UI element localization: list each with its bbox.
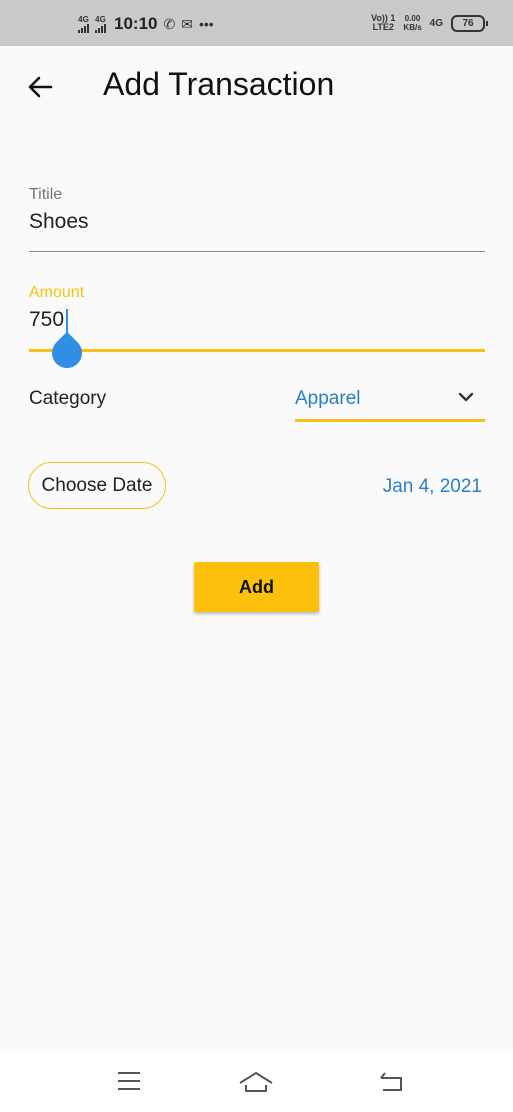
title-field[interactable]: Shoes	[29, 210, 89, 234]
net-speed-unit: KB/s	[403, 23, 422, 32]
net-speed-value: 0.00	[404, 14, 421, 23]
title-field-label: Titile	[29, 186, 63, 203]
status-right: Vo)) 1 LTE2 0.00 KB/s 4G 76	[371, 14, 488, 32]
status-bar: 4G 4G 10:10 ✆ ✉ ••• Vo)) 1 LTE2 0.00 KB/…	[0, 0, 513, 46]
status-time: 10:10	[114, 14, 158, 33]
more-icon: •••	[198, 16, 214, 32]
mail-icon: ✉	[181, 15, 193, 32]
page-title: Add Transaction	[103, 66, 335, 102]
category-selected-value: Apparel	[295, 388, 361, 409]
chevron-down-icon	[458, 392, 474, 402]
sim2-network-label: 4G	[95, 14, 106, 24]
category-dropdown[interactable]: Apparel	[295, 384, 485, 422]
amount-field-underline	[29, 349, 485, 352]
back-icon[interactable]	[377, 1070, 405, 1092]
amount-field-label: Amount	[29, 284, 85, 301]
battery-icon: 76	[451, 14, 488, 32]
choose-date-button[interactable]: Choose Date	[28, 462, 166, 509]
add-button[interactable]: Add	[194, 562, 319, 612]
sim1-signal-icon: 4G	[78, 14, 89, 33]
selected-date: Jan 4, 2021	[382, 476, 482, 497]
arrow-left-icon[interactable]	[26, 72, 56, 102]
battery-level: 76	[462, 17, 474, 29]
amount-field[interactable]: 750	[29, 308, 64, 332]
menu-icon[interactable]	[116, 1070, 142, 1092]
title-field-underline	[29, 251, 485, 252]
category-label: Category	[29, 388, 107, 409]
whatsapp-icon: ✆	[163, 15, 176, 32]
volte-indicator: Vo)) 1 LTE2	[371, 14, 395, 32]
home-icon[interactable]	[238, 1070, 274, 1094]
dropdown-underline	[295, 419, 485, 422]
network-type: 4G	[429, 17, 443, 29]
cursor-handle[interactable]	[45, 331, 89, 375]
sim2-signal-icon: 4G	[95, 14, 106, 33]
net-speed: 0.00 KB/s	[403, 14, 421, 32]
text-cursor	[66, 309, 68, 333]
status-left: 4G 4G 10:10 ✆ ✉ •••	[78, 14, 214, 34]
volte-bottom: LTE2	[372, 22, 394, 32]
sim1-network-label: 4G	[78, 14, 89, 24]
navigation-bar	[0, 1052, 513, 1112]
